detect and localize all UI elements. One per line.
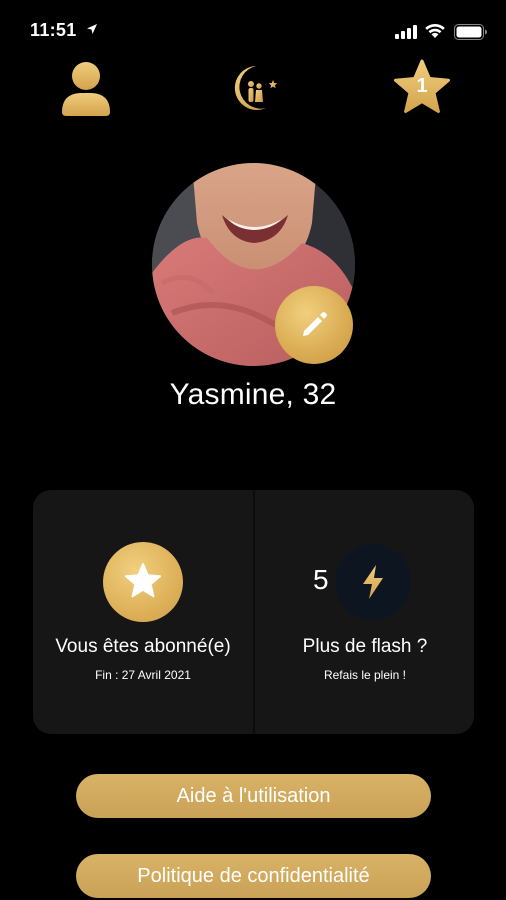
location-arrow-icon	[87, 24, 97, 34]
flash-count: 5	[313, 564, 329, 595]
subscription-end-date: Fin : 27 Avril 2021	[95, 668, 191, 682]
flash-subtitle: Refais le plein !	[323, 668, 407, 682]
flash-badge	[335, 544, 411, 620]
help-button[interactable]: Aide à l'utilisation	[76, 774, 431, 818]
status-bar: 11:51	[0, 0, 506, 62]
crescent-couple-logo	[234, 66, 278, 110]
profile-nav-button[interactable]	[60, 60, 112, 118]
subscription-title: Vous êtes abonné(e)	[55, 636, 231, 657]
account-cards: Vous êtes abonné(e) Fin : 27 Avril 2021 …	[33, 490, 474, 734]
subscription-badge	[103, 542, 183, 622]
favorites-count-badge: 1	[416, 75, 428, 97]
user-icon	[62, 62, 110, 116]
pencil-icon	[303, 312, 327, 336]
profile-name: Yasmine, 32	[169, 378, 337, 411]
subscription-card[interactable]: Vous êtes abonné(e) Fin : 27 Avril 2021	[33, 490, 253, 734]
flash-card[interactable]: 5 Plus de flash ? Refais le plein !	[255, 490, 474, 734]
app-logo	[226, 62, 282, 114]
battery-icon	[454, 24, 487, 40]
flash-title: Plus de flash ?	[302, 636, 428, 657]
favorites-nav-button[interactable]: 1	[392, 58, 452, 118]
edit-profile-button[interactable]	[275, 286, 353, 364]
status-time: 11:51	[30, 20, 77, 40]
wifi-icon	[425, 23, 445, 38]
signal-icon	[395, 25, 417, 39]
privacy-policy-button[interactable]: Politique de confidentialité	[76, 854, 431, 898]
lightning-icon	[363, 565, 383, 599]
star-icon	[125, 563, 161, 598]
